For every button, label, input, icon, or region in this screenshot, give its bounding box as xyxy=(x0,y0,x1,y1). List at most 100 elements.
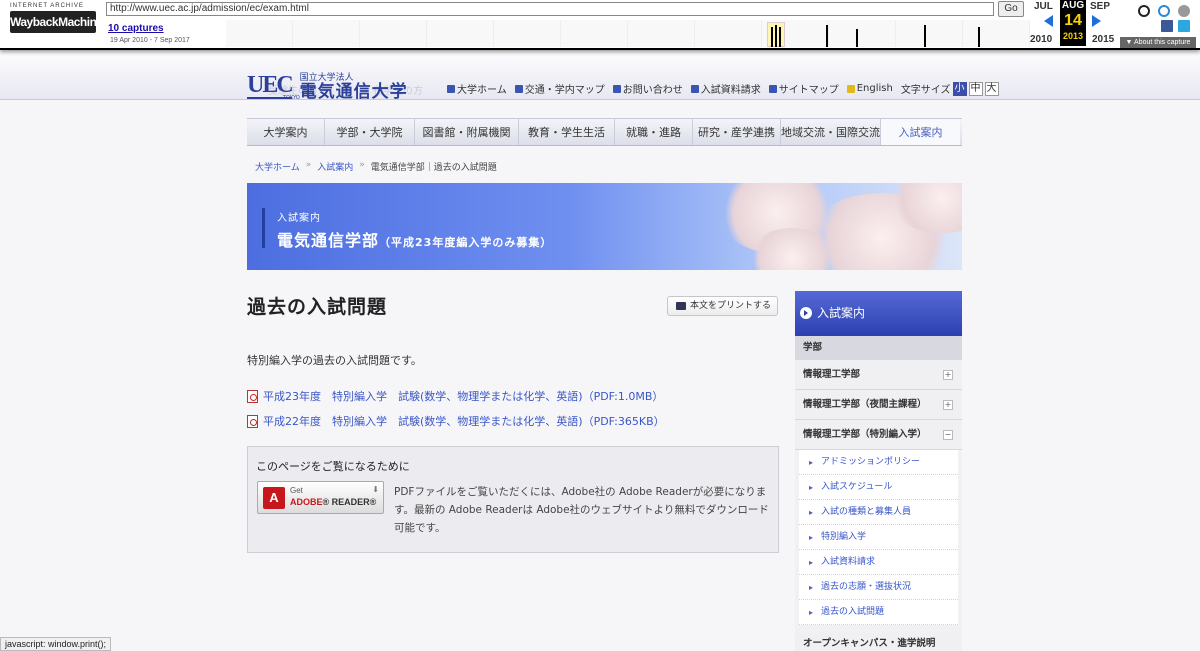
sidebar-subitem[interactable]: 過去の志願・選抜状況 xyxy=(799,575,958,600)
university-logo[interactable]: UEC TOKYO 国立大学法人 電気通信大学 xyxy=(247,69,408,103)
font-size-small-button[interactable]: 小 xyxy=(952,81,967,96)
current-year: 2013 xyxy=(1062,31,1084,41)
sidebar-header[interactable]: 入試案内 xyxy=(795,291,962,336)
page-banner: 入試案内 電気通信学部（平成23年度編入学のみ募集） xyxy=(247,183,962,270)
sidebar-item-open-campus[interactable]: オープンキャンパス・進学説明 xyxy=(795,633,962,651)
prev-month-label[interactable]: JUL xyxy=(1034,1,1053,12)
gnav-item[interactable]: 地域交流・国際交流 xyxy=(781,119,881,145)
pdf-link-2011[interactable]: 平成23年度 特別編入学 試験(数学、物理学または化学、英語)（PDF:1.0M… xyxy=(247,388,663,404)
prev-capture-arrow-icon[interactable] xyxy=(1044,15,1053,27)
download-arrow-icon: ⬇ xyxy=(372,485,379,494)
sidebar-item-info[interactable]: 情報理工学部 + xyxy=(795,360,962,390)
gnav-item[interactable]: 図書館・附属機関 xyxy=(415,119,519,145)
breadcrumb: 大学ホーム » 入試案内 » 電気通信学部｜過去の入試問題 xyxy=(255,160,497,173)
sidebar-subitem[interactable]: 入試スケジュール xyxy=(799,475,958,500)
wayback-logo[interactable]: INTERNET ARCHIVE WaybackMachine xyxy=(10,3,103,41)
font-size-medium-button[interactable]: 中 xyxy=(968,81,983,96)
sparkline-tick xyxy=(978,27,980,47)
wayback-logo-top: INTERNET ARCHIVE xyxy=(10,3,84,9)
sidebar-category: 学部 xyxy=(795,336,962,360)
sparkline-tick xyxy=(771,27,773,47)
wayback-logo-main: WaybackMachine xyxy=(10,11,103,33)
util-home[interactable]: 大学ホーム xyxy=(447,81,507,96)
banner-label: 入試案内 xyxy=(277,213,321,224)
breadcrumb-admission[interactable]: 入試案内 xyxy=(317,160,353,173)
util-contact[interactable]: お問い合わせ xyxy=(612,81,683,96)
uec-tokyo: TOKYO xyxy=(283,95,300,101)
sidebar-subitem[interactable]: 入試資料請求 xyxy=(799,550,958,575)
wayback-url-input[interactable]: http://www.uec.ac.jp/admission/ec/exam.h… xyxy=(106,2,994,16)
about-capture-button[interactable]: ▼ About this capture xyxy=(1120,37,1196,48)
util-sitemap[interactable]: サイトマップ xyxy=(768,81,839,96)
breadcrumb-separator-icon: » xyxy=(305,160,312,170)
twitter-icon[interactable] xyxy=(1178,20,1190,32)
current-month: AUG xyxy=(1061,0,1085,11)
pdf-icon xyxy=(247,414,258,428)
gnav-item[interactable]: 研究・産学連携 xyxy=(693,119,781,145)
wayback-date-range: 19 Apr 2010 - 7 Sep 2017 xyxy=(110,37,190,44)
help-icon[interactable] xyxy=(1158,5,1170,17)
util-request[interactable]: 入試資料請求 xyxy=(690,81,761,96)
gnav-item-current[interactable]: 入試案内 xyxy=(881,119,960,145)
expand-icon[interactable]: + xyxy=(943,400,953,410)
sidebar-subitem[interactable]: アドミッションポリシー xyxy=(799,450,958,475)
reader-description: PDFファイルをご覧いただくには、Adobe社の Adobe Readerが必要… xyxy=(394,486,769,534)
global-nav: 大学案内 学部・大学院 図書館・附属機関 教育・学生生活 就職・進路 研究・産学… xyxy=(247,118,962,146)
next-year-label[interactable]: 2015 xyxy=(1092,34,1114,45)
expand-icon[interactable]: + xyxy=(943,370,953,380)
get-label: Get xyxy=(290,486,303,495)
sidebar-item-info-transfer[interactable]: 情報理工学部（特別編入学） − xyxy=(795,420,962,450)
sidebar-subitem[interactable]: 特別編入学 xyxy=(799,525,958,550)
font-size-label: 文字サイズ xyxy=(900,85,951,96)
pdf-link-2010[interactable]: 平成22年度 特別編入学 試験(数学、物理学または化学、英語)（PDF:365K… xyxy=(247,413,665,429)
wayback-go-button[interactable]: Go xyxy=(998,1,1024,17)
university-title: 電気通信大学 xyxy=(299,82,408,102)
close-icon[interactable] xyxy=(1178,5,1190,17)
current-capture-date: AUG 14 2013 xyxy=(1060,0,1086,46)
sidebar-subitem-current[interactable]: 過去の入試問題 xyxy=(799,600,958,625)
next-month-label[interactable]: SEP xyxy=(1090,1,1110,12)
printer-icon xyxy=(676,302,686,310)
prev-year-label[interactable]: 2010 xyxy=(1030,34,1052,45)
banner-accent-bar xyxy=(262,208,265,248)
sidebar-item-info-night[interactable]: 情報理工学部（夜間主課程） + xyxy=(795,390,962,420)
university-name: 国立大学法人 電気通信大学 xyxy=(300,70,408,102)
wayback-captures-link[interactable]: 10 captures xyxy=(108,23,164,34)
reader-box-title: このページをご覧になるために xyxy=(256,460,410,473)
user-icon[interactable] xyxy=(1138,5,1150,17)
utility-nav: 大学ホーム 交通・学内マップ お問い合わせ 入試資料請求 サイトマップ Engl… xyxy=(447,81,999,96)
browser-status-bar: javascript: window.print(); xyxy=(0,637,112,651)
wayback-icons xyxy=(1135,2,1197,32)
sidebar: 入試案内 学部 情報理工学部 + 情報理工学部（夜間主課程） + 情報理工学部（特別… xyxy=(795,291,962,651)
intro-text: 特別編入学の過去の入試問題です。 xyxy=(247,354,422,367)
mail-icon xyxy=(612,84,621,93)
wayback-toolbar: INTERNET ARCHIVE WaybackMachine http://w… xyxy=(0,0,1200,50)
breadcrumb-home[interactable]: 大学ホーム xyxy=(255,160,300,173)
adobe-logo-icon: A xyxy=(263,487,285,509)
gnav-item[interactable]: 教育・学生生活 xyxy=(519,119,615,145)
breadcrumb-separator-icon: » xyxy=(359,160,365,170)
home-icon xyxy=(447,84,455,93)
util-english[interactable]: English xyxy=(846,83,893,94)
facebook-icon[interactable] xyxy=(1161,20,1173,32)
next-capture-arrow-icon[interactable] xyxy=(1092,15,1101,27)
current-day: 14 xyxy=(1064,12,1082,29)
font-size-control: 文字サイズ 小 中 大 xyxy=(901,81,999,96)
gnav-item[interactable]: 大学案内 xyxy=(247,119,325,145)
arrow-circle-icon xyxy=(800,307,812,319)
gnav-item[interactable]: 学部・大学院 xyxy=(325,119,415,145)
gnav-item[interactable]: 就職・進路 xyxy=(615,119,693,145)
get-adobe-reader-button[interactable]: A Get ADOBE® READER® ⬇ xyxy=(257,481,384,514)
banner-title: 電気通信学部（平成23年度編入学のみ募集） xyxy=(277,231,553,250)
print-button[interactable]: 本文をプリントする xyxy=(667,296,778,316)
print-button-label: 本文をプリントする xyxy=(690,301,772,311)
sidebar-subitem[interactable]: 入試の種類と募集人員 xyxy=(799,500,958,525)
font-size-large-button[interactable]: 大 xyxy=(984,81,999,96)
collapse-icon[interactable]: − xyxy=(943,430,953,440)
wayback-sparkline[interactable] xyxy=(226,20,1030,47)
util-map[interactable]: 交通・学内マップ xyxy=(514,81,605,96)
wayback-calendar: JUL AUG 14 2013 SEP 2010 2015 xyxy=(1030,0,1120,48)
sparkline-tick xyxy=(779,27,781,47)
breadcrumb-current: 電気通信学部｜過去の入試問題 xyxy=(370,163,497,173)
sparkline-tick xyxy=(856,29,858,47)
